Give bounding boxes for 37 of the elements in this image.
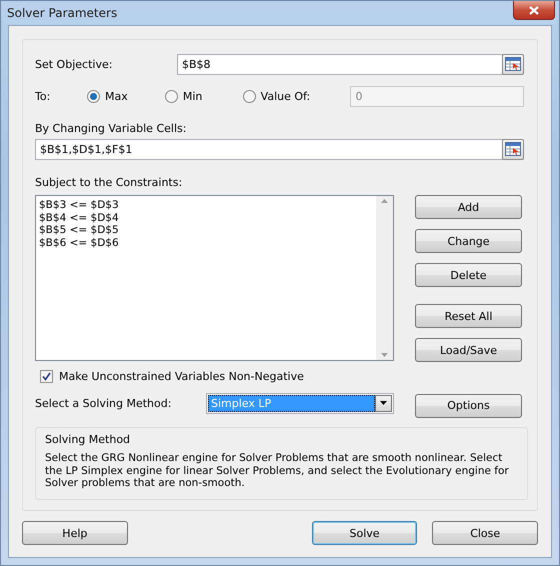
action-button[interactable]: Change: [415, 229, 522, 253]
changing-cells-field[interactable]: $B$1,$D$1,$F$1: [35, 138, 504, 160]
description-text: Select the GRG Nonlinear engine for Solver Problems that are smooth nonlinear. Select the LP Simplex engine for linear Solver Problems, and select the Evolutionary engine for Solver problems that are non-smooth.: [45, 452, 510, 490]
checkbox-label: Make Unconstrained Variables Non-Negative: [59, 370, 304, 382]
radio-option[interactable]: Value Of:: [242, 90, 320, 102]
objective-field[interactable]: $B$8: [177, 54, 504, 74]
radio-option[interactable]: Min: [164, 90, 243, 102]
dropdown-button[interactable]: [375, 394, 392, 412]
close-button[interactable]: [513, 1, 555, 20]
caret-icon: [380, 401, 387, 405]
to-label: To:: [35, 90, 52, 102]
dialog-button[interactable]: Help: [22, 521, 128, 545]
constraint-item[interactable]: $B$5 <= $D$5: [39, 224, 373, 236]
radio-option[interactable]: Max: [87, 90, 165, 102]
close-icon: [529, 6, 539, 14]
constraint-item[interactable]: $B$4 <= $D$4: [39, 212, 373, 224]
dialog-button[interactable]: Solve: [312, 521, 418, 545]
range-select-icon: [505, 57, 522, 71]
action-button[interactable]: Load/Save: [415, 338, 522, 362]
constraints-label: Subject to the Constraints:: [35, 176, 182, 188]
description-title: Solving Method: [45, 433, 132, 446]
changing-cells-label: By Changing Variable Cells:: [35, 122, 186, 134]
action-button[interactable]: Delete: [415, 263, 522, 287]
checkbox[interactable]: [40, 370, 53, 382]
objective-label: Set Objective:: [35, 58, 114, 70]
constraint-item[interactable]: $B$3 <= $D$3: [39, 199, 373, 212]
constraint-item[interactable]: $B$6 <= $D$6: [39, 236, 373, 249]
method-label: Select a Solving Method:: [35, 396, 172, 410]
window-title: Solver Parameters: [7, 6, 118, 20]
options-button[interactable]: Options: [415, 394, 522, 418]
action-button[interactable]: Add: [415, 195, 522, 219]
range-select-icon: [505, 142, 522, 156]
range-select-button[interactable]: [502, 54, 524, 74]
action-button[interactable]: Reset All: [415, 304, 522, 328]
dialog-button[interactable]: Close: [432, 521, 538, 545]
constraints-list[interactable]: $B$3 <= $D$3 $B$4 <= $D$4 $B$5 <= $D$5 $B$6 <= $D$6: [35, 195, 394, 361]
range-select-button[interactable]: [502, 138, 524, 160]
